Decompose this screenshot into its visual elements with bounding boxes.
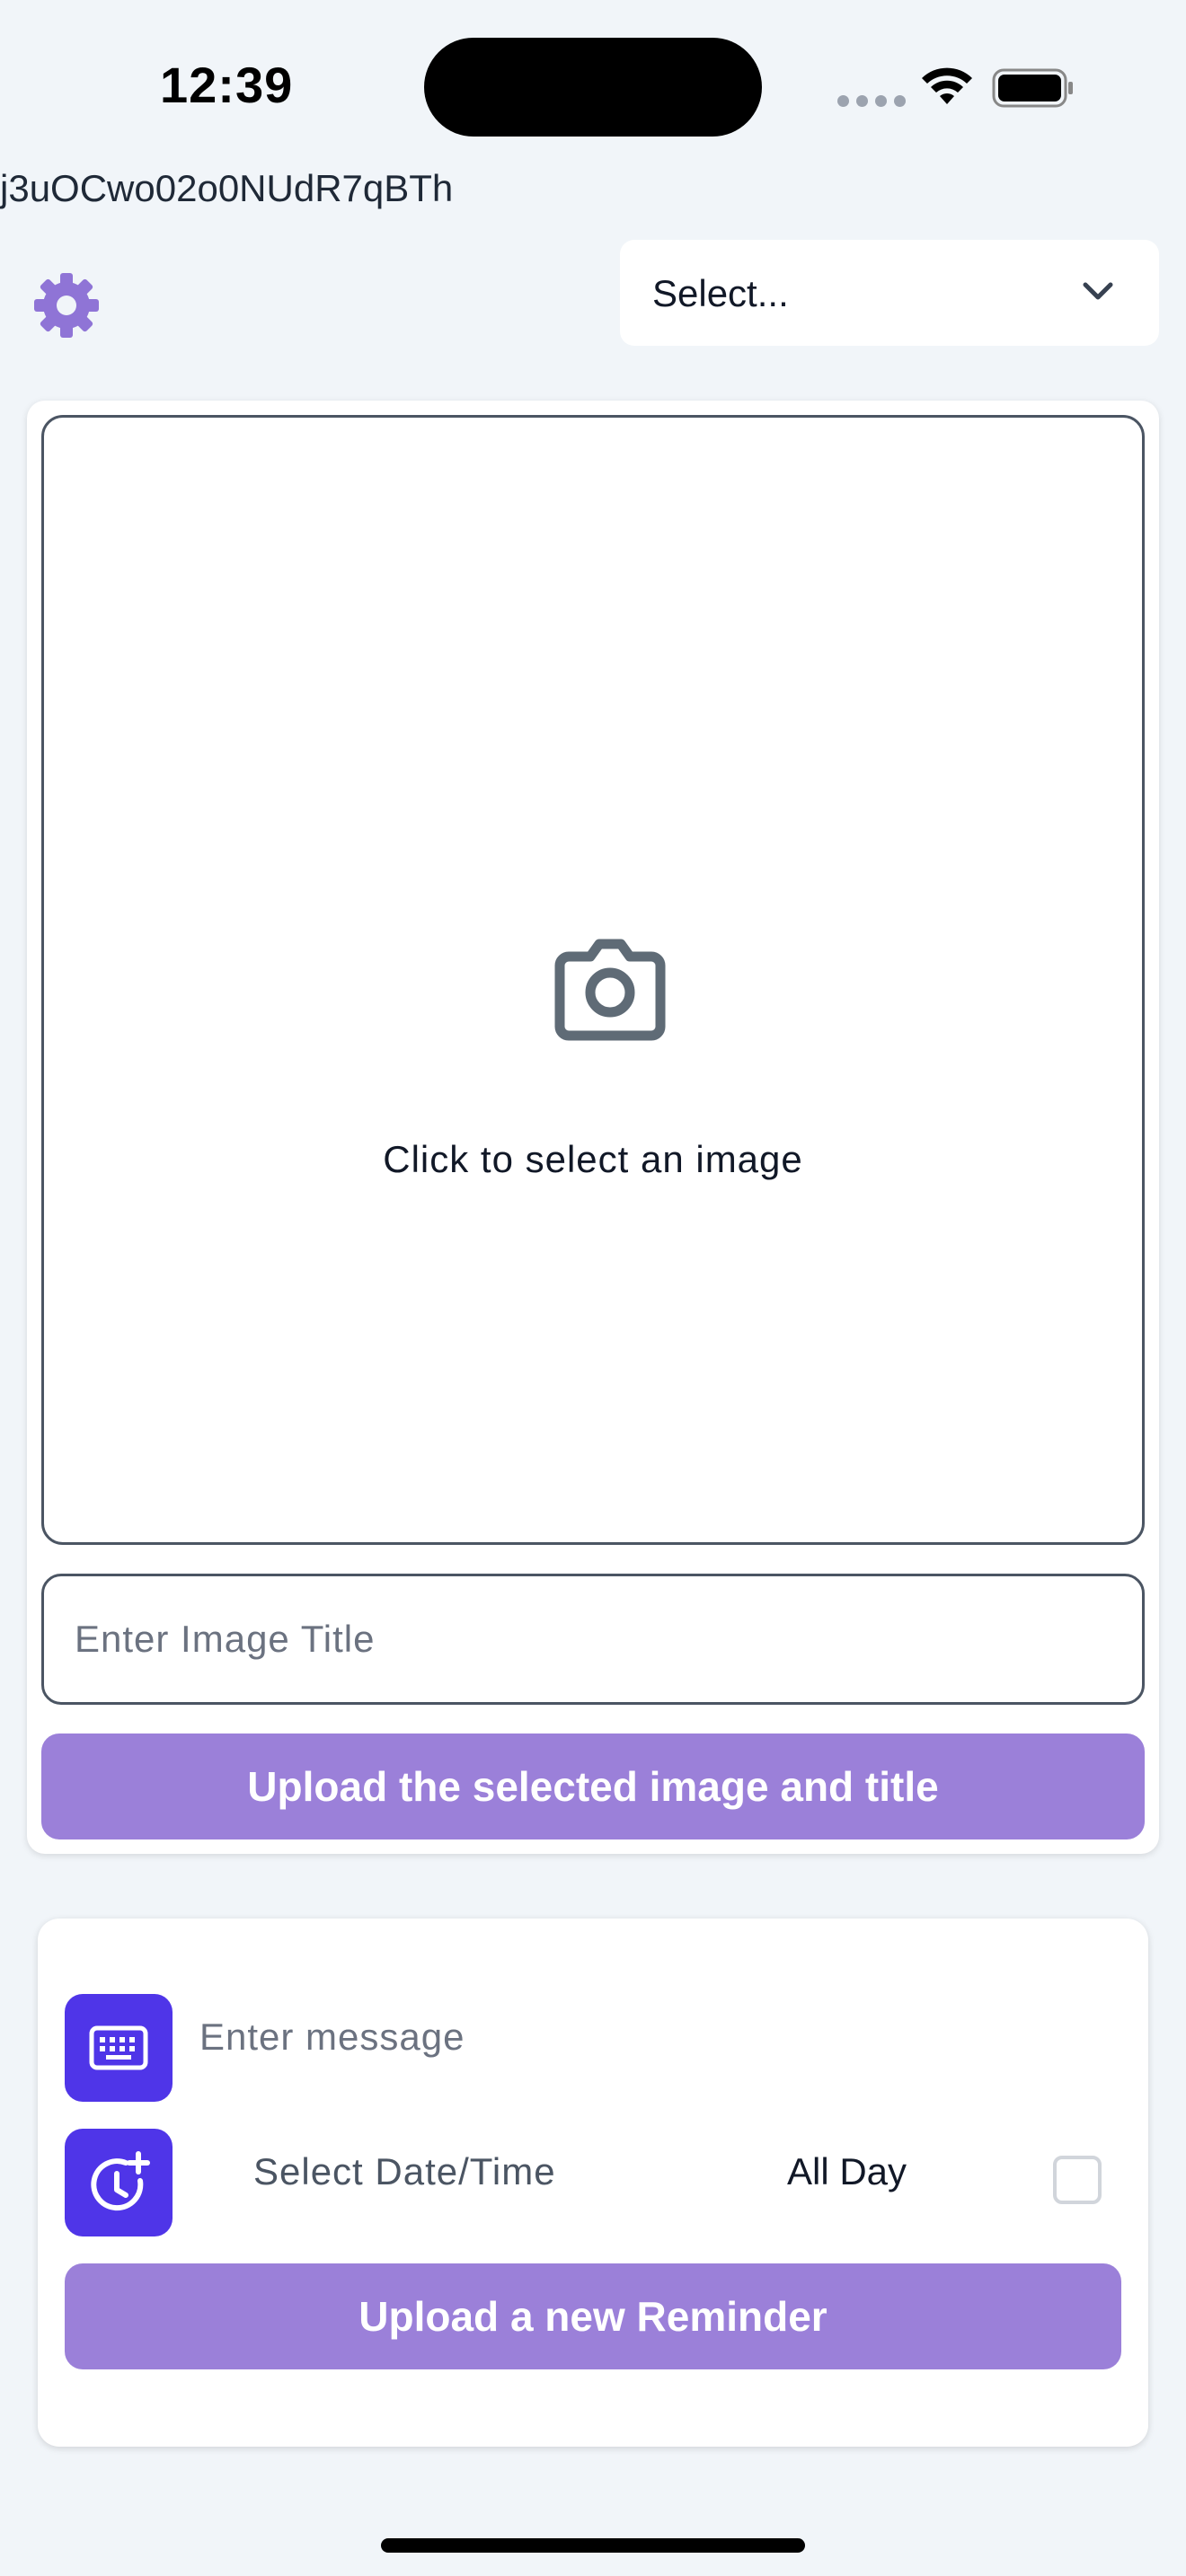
cellular-signal-icon <box>837 95 906 107</box>
image-picker-area[interactable]: Click to select an image <box>41 415 1145 1545</box>
keyboard-icon <box>89 2025 148 2070</box>
reminder-message-input[interactable] <box>199 1994 1116 2080</box>
upload-reminder-button[interactable]: Upload a new Reminder <box>65 2263 1121 2369</box>
wifi-icon <box>922 67 972 104</box>
keyboard-button[interactable] <box>65 1994 173 2102</box>
image-upload-card: Click to select an image Upload the sele… <box>27 401 1159 1854</box>
picker-label: Click to select an image <box>383 1138 803 1180</box>
chevron-down-icon <box>1083 282 1113 300</box>
camera-icon <box>554 939 666 1041</box>
image-title-input[interactable] <box>41 1574 1145 1705</box>
all-day-checkbox[interactable] <box>1053 2156 1102 2204</box>
home-indicator[interactable] <box>381 2538 805 2553</box>
app-screen: 12:39 j3uOCwo02o0NUdR7qBTh Select... Cli… <box>0 0 1186 2576</box>
select-value: Select... <box>652 272 789 314</box>
clock-plus-icon <box>91 2151 150 2211</box>
group-select-dropdown[interactable]: Select... <box>620 240 1159 346</box>
upload-image-button[interactable]: Upload the selected image and title <box>41 1734 1145 1839</box>
battery-icon <box>992 68 1073 108</box>
status-time: 12:39 <box>160 57 294 113</box>
select-date-time[interactable]: Select Date/Time <box>253 2150 559 2195</box>
gear-icon <box>34 273 99 338</box>
all-day-label: All Day <box>787 2150 907 2192</box>
session-id: j3uOCwo02o0NUdR7qBTh <box>0 167 454 209</box>
dynamic-island <box>424 38 762 137</box>
reminder-card: Select Date/Time All Day Upload a new Re… <box>38 1919 1148 2447</box>
date-time-button[interactable] <box>65 2129 173 2236</box>
settings-button[interactable] <box>31 269 102 341</box>
